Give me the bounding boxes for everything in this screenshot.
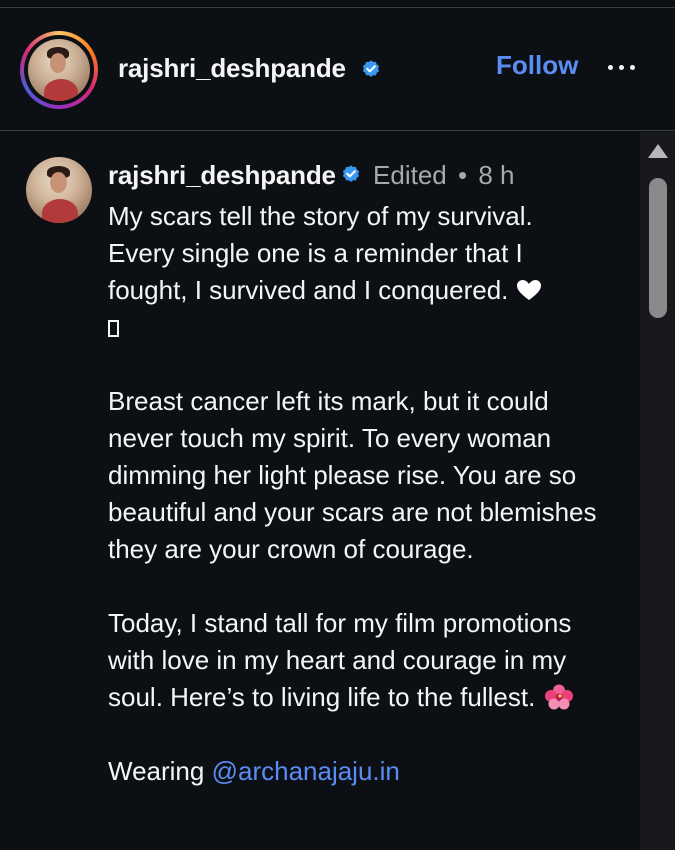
scroll-up-arrow-icon[interactable] <box>648 144 668 158</box>
comment-meta: rajshri_deshpande Edited • 8 h <box>108 160 515 191</box>
hibiscus-icon <box>545 684 574 710</box>
more-options-icon[interactable] <box>602 52 642 82</box>
caption-line: My scars tell the story of my survival. <box>108 201 533 231</box>
caption-comment: rajshri_deshpande Edited • 8 h My scars … <box>0 132 640 850</box>
comment-avatar[interactable] <box>26 157 92 223</box>
caption-paragraph: Wearing @archanajaju.in <box>108 756 400 786</box>
meta-separator: • <box>458 160 468 190</box>
window-top-strip <box>0 0 675 8</box>
caption-paragraph: Today, I stand tall for my film promotio… <box>108 608 574 712</box>
caption-line: fought, I survived and I conquered. <box>108 272 608 309</box>
vertical-scrollbar[interactable] <box>640 132 675 850</box>
edited-label: Edited <box>373 160 447 190</box>
caption-line <box>108 309 608 346</box>
comment-time[interactable]: 8 h <box>478 160 514 190</box>
follow-button[interactable]: Follow <box>496 50 578 81</box>
caption-text: My scars tell the story of my survival. … <box>108 198 608 790</box>
caption-line: Every single one is a reminder that I <box>108 238 523 268</box>
comment-username[interactable]: rajshri_deshpande <box>108 160 336 190</box>
white-heart-icon <box>517 280 542 300</box>
mention-link[interactable]: @archanajaju.in <box>212 756 400 786</box>
verified-icon <box>342 165 359 182</box>
header-username[interactable]: rajshri_deshpande <box>118 53 346 84</box>
missing-glyph-icon <box>108 320 119 337</box>
story-avatar[interactable] <box>20 31 98 109</box>
scroll-thumb[interactable] <box>649 178 667 318</box>
avatar-photo <box>28 39 90 101</box>
caption-paragraph: Breast cancer left its mark, but it coul… <box>108 386 597 564</box>
verified-icon <box>362 60 380 77</box>
post-header: rajshri_deshpande Follow <box>0 8 675 131</box>
